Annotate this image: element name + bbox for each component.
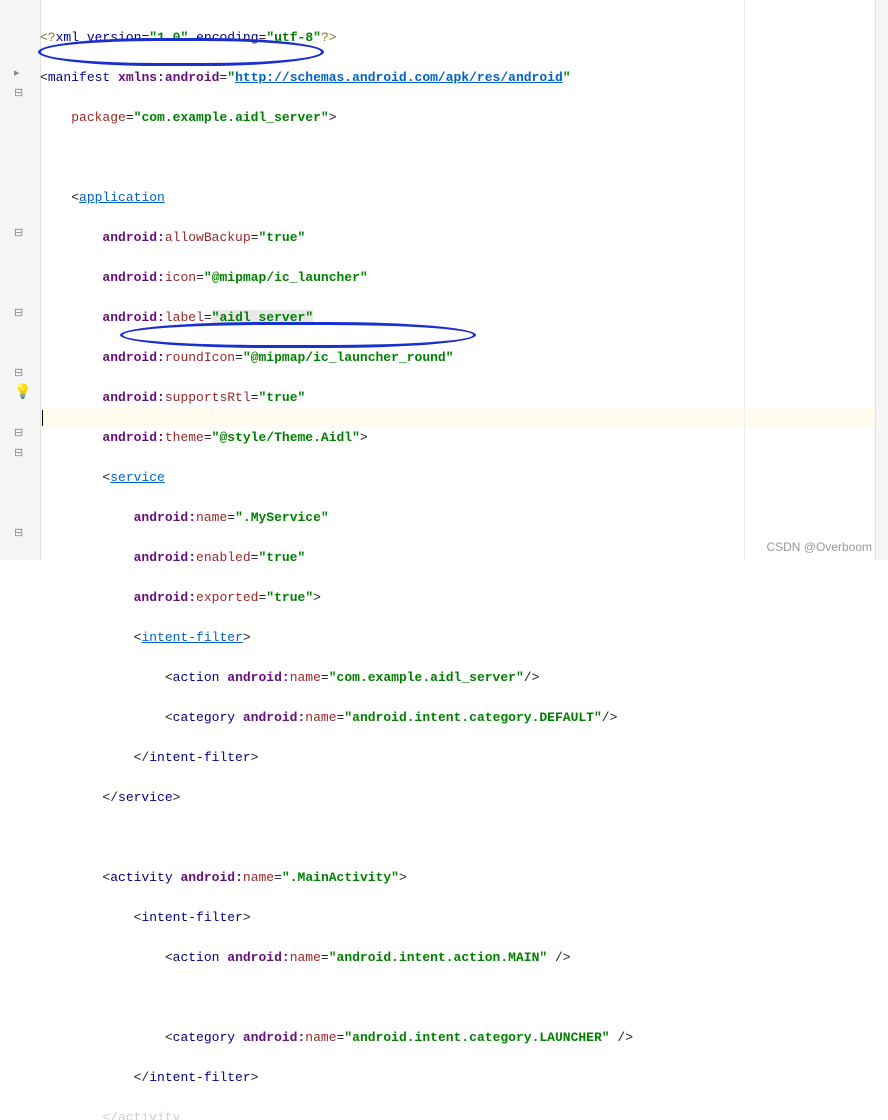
application-tag[interactable]: application: [79, 190, 165, 205]
action-tag: action: [173, 670, 220, 685]
right-margin-line: [744, 0, 746, 560]
xmlns-attr: xmlns:android: [118, 70, 219, 85]
intent-filter-open[interactable]: intent-filter: [141, 630, 242, 645]
activity-tag: activity: [110, 870, 172, 885]
category-tag: category: [173, 710, 235, 725]
xml-version: 1.0: [157, 30, 180, 45]
xmlns-url[interactable]: http://schemas.android.com/apk/res/andro…: [235, 70, 563, 85]
editor-overview-ruler[interactable]: [875, 0, 888, 560]
code-editor[interactable]: <?xml version="1.0" encoding="utf-8"?> <…: [0, 8, 633, 1120]
xml-encoding: utf-8: [274, 30, 313, 45]
package-value: com.example.aidl_server: [141, 110, 320, 125]
package-attr: package: [71, 110, 126, 125]
watermark-text: CSDN @Overboom: [766, 540, 872, 554]
service-tag[interactable]: service: [110, 470, 165, 485]
